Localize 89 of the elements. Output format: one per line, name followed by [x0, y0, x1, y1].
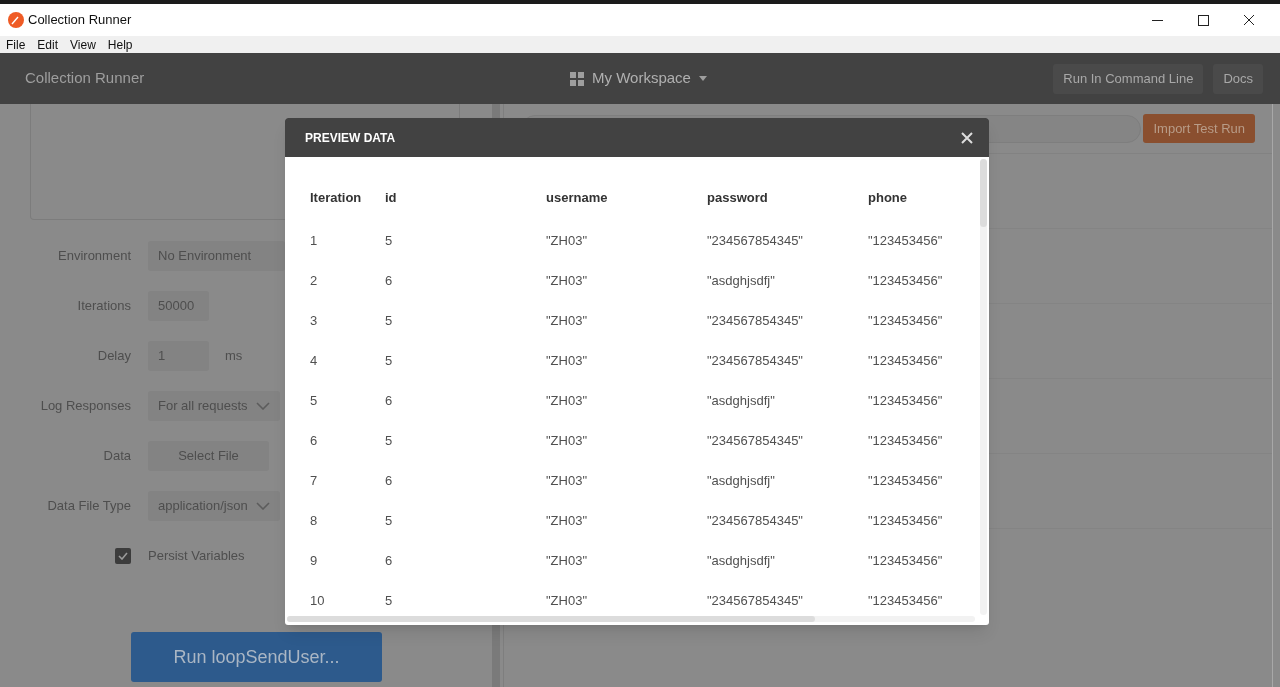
- table-cell-text: "234567854345": [707, 352, 804, 371]
- grid-icon: [570, 71, 584, 86]
- table-cell-text: "123453456": [868, 312, 944, 331]
- chevron-down-icon: [255, 502, 270, 510]
- table-cell-text: "asdghjsdfj": [707, 552, 776, 571]
- table-cell-text: "asdghjsdfj": [707, 392, 776, 411]
- close-icon: [961, 131, 973, 144]
- table-cell-text: "234567854345": [707, 432, 804, 451]
- scrollbar[interactable]: [287, 616, 975, 622]
- table-cell-text: "123453456": [868, 512, 944, 531]
- caret-icon: [698, 76, 707, 81]
- table-cell-text: "asdghjsdfj": [707, 472, 776, 491]
- window-title: Collection Runner: [28, 11, 132, 30]
- table-cell-text: 5: [385, 312, 394, 331]
- table-cell-text: "ZH03": [546, 312, 589, 331]
- table-cell-text: "123453456": [868, 592, 944, 611]
- minimize-icon: [1151, 19, 1163, 21]
- checkmark-icon: [118, 552, 128, 560]
- table-cell-text: 10: [310, 592, 326, 611]
- column-header: username: [546, 188, 609, 207]
- table-cell-text: 5: [385, 512, 394, 531]
- field-label: Environment: [57, 247, 131, 266]
- checkbox[interactable]: [115, 548, 131, 564]
- column-header: password: [707, 188, 769, 207]
- table-cell-text: 5: [385, 432, 394, 451]
- table-cell-text: "234567854345": [707, 232, 804, 251]
- table-cell-text: "ZH03": [546, 552, 589, 571]
- table-cell-text: "ZH03": [546, 272, 589, 291]
- import-button[interactable]: Import Test Run: [1143, 114, 1255, 143]
- header-button[interactable]: Docs: [1213, 63, 1263, 94]
- table-cell-text: "234567854345": [707, 592, 804, 611]
- run-button[interactable]: Run loopSendUser...: [131, 632, 382, 682]
- table-cell-text: "234567854345": [707, 512, 804, 531]
- scrollbar[interactable]: [980, 159, 987, 615]
- table-cell-text: "ZH03": [546, 592, 589, 611]
- table-cell-text: 2: [310, 272, 319, 291]
- maximize-icon: [1197, 14, 1209, 26]
- field-label: Delay: [96, 347, 131, 366]
- table-cell-text: 6: [385, 472, 394, 491]
- table-cell-text: 6: [310, 432, 319, 451]
- workspace-dropdown[interactable]: My Workspace: [570, 67, 707, 90]
- table-cell-text: 5: [385, 352, 394, 371]
- app-logo-icon: [8, 12, 24, 28]
- chevron-down-icon: [255, 402, 270, 410]
- field-label: Data File Type: [46, 497, 131, 516]
- table-cell-text: 6: [385, 552, 394, 571]
- table-cell-text: "asdghjsdfj": [707, 272, 776, 291]
- column-header: Iteration: [310, 188, 363, 207]
- checkbox-label: Persist Variables: [148, 547, 245, 566]
- table-cell-text: "123453456": [868, 552, 944, 571]
- table-cell-text: 7: [310, 472, 319, 491]
- close-icon: [1243, 14, 1255, 26]
- table-cell-text: 6: [385, 272, 394, 291]
- table-cell-text: 5: [310, 392, 319, 411]
- table-cell-text: "234567854345": [707, 312, 804, 331]
- table-cell-text: 4: [310, 352, 319, 371]
- table-cell-text: "ZH03": [546, 472, 589, 491]
- field-label: Data: [102, 447, 131, 466]
- table-cell-text: 5: [385, 232, 394, 251]
- menu-item[interactable]: View: [70, 38, 96, 51]
- app-title: Collection Runner: [25, 68, 146, 89]
- table-cell-text: 3: [310, 312, 319, 331]
- table-cell-text: 5: [385, 592, 394, 611]
- table-cell-text: "123453456": [868, 392, 944, 411]
- menu-item[interactable]: Help: [107, 38, 133, 51]
- table-cell-text: "123453456": [868, 472, 944, 491]
- field-label: Log Responses: [39, 397, 131, 416]
- close-button[interactable]: [959, 129, 975, 146]
- table-cell-text: 1: [310, 232, 319, 251]
- header-button[interactable]: Run In Command Line: [1053, 63, 1204, 94]
- dialog-title: PREVIEW DATA: [305, 129, 396, 147]
- column-header: phone: [868, 188, 908, 207]
- table-cell-text: "ZH03": [546, 352, 589, 371]
- unit-label: ms: [225, 347, 243, 366]
- table-cell-text: "123453456": [868, 232, 944, 251]
- table-cell-text: "123453456": [868, 352, 944, 371]
- field-label: Iterations: [76, 297, 131, 316]
- menu-item[interactable]: Edit: [37, 38, 59, 51]
- table-cell-text: "ZH03": [546, 512, 589, 531]
- table-cell-text: 9: [310, 552, 319, 571]
- menu-item[interactable]: File: [6, 38, 26, 51]
- table-cell-text: "123453456": [868, 432, 944, 451]
- table-cell-text: 6: [385, 392, 394, 411]
- table-cell-text: "ZH03": [546, 232, 589, 251]
- table-cell-text: "ZH03": [546, 432, 589, 451]
- table-cell-text: 8: [310, 512, 319, 531]
- table-cell-text: "123453456": [868, 272, 944, 291]
- column-header: id: [385, 188, 398, 207]
- table-cell-text: "ZH03": [546, 392, 589, 411]
